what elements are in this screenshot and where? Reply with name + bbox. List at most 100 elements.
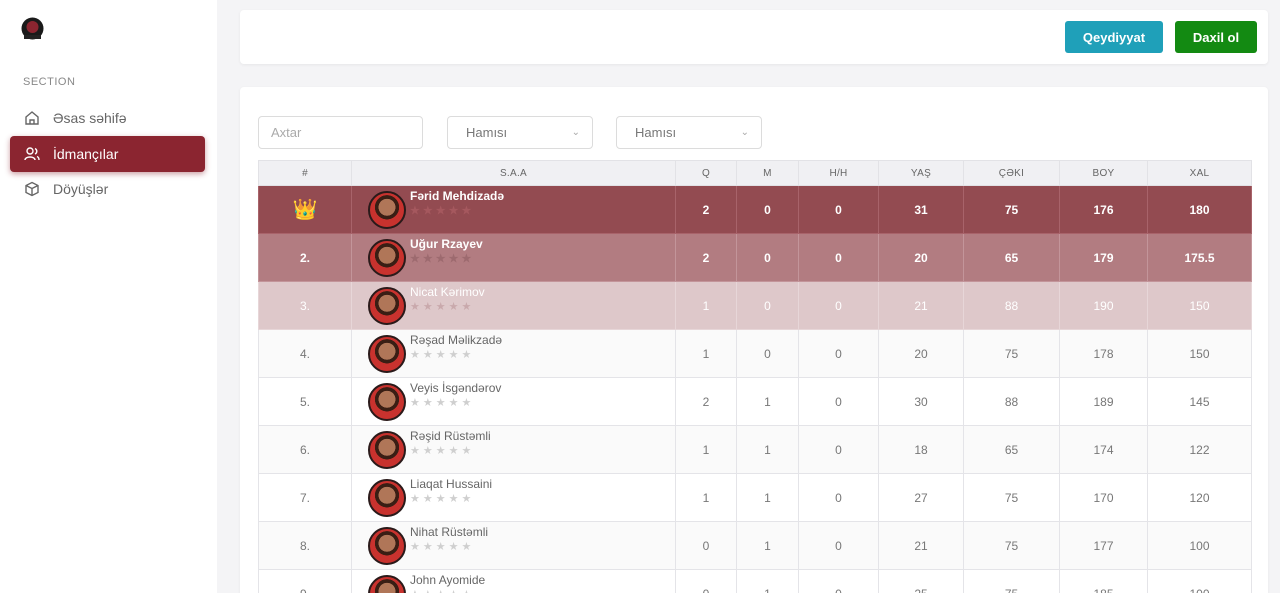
athlete-cell[interactable]: Liaqat Hussaini ★★★★★ (351, 473, 676, 522)
q-cell: 1 (675, 329, 737, 378)
athlete-cell[interactable]: John Ayomide★★★★★ (351, 569, 676, 593)
height-cell: 179 (1059, 233, 1148, 282)
q-cell: 0 (675, 521, 737, 570)
rank-cell: 9. (258, 569, 352, 593)
weight-cell: 75 (963, 185, 1060, 234)
athletes-table: # S.A.A Q M H/H YAŞ ÇƏKI BOY XAL 👑 Fərid… (258, 160, 1252, 593)
athlete-name[interactable]: Nihat Rüstəmli (410, 525, 488, 539)
athlete-cell[interactable]: Nicat Kərimov ★★★★★ (351, 281, 676, 330)
weight-cell: 75 (963, 329, 1060, 378)
column-header[interactable]: Q (675, 160, 737, 186)
points-cell: 120 (1147, 473, 1252, 522)
rank-cell: 8. (258, 521, 352, 570)
m-cell: 1 (736, 569, 799, 593)
app-logo[interactable] (19, 16, 46, 43)
m-cell: 1 (736, 473, 799, 522)
athlete-cell[interactable]: Veyis İsgəndərov ★★★★★ (351, 377, 676, 426)
q-cell: 2 (675, 233, 737, 282)
athlete-cell[interactable]: Rəşid Rüstəmli ★★★★★ (351, 425, 676, 474)
rating-stars: ★★★★★ (410, 444, 475, 457)
height-cell: 176 (1059, 185, 1148, 234)
points-cell: 145 (1147, 377, 1252, 426)
column-header[interactable]: XAL (1147, 160, 1252, 186)
athlete-name[interactable]: Liaqat Hussaini (410, 477, 492, 491)
avatar (368, 286, 406, 325)
table-row[interactable]: 7. Liaqat Hussaini ★★★★★ 1 1 0 27 75 170 … (258, 473, 1252, 522)
sidebar-item-fights[interactable]: Döyüşlər (10, 171, 205, 207)
table-row[interactable]: 3. Nicat Kərimov ★★★★★ 1 0 0 21 88 190 15… (258, 281, 1252, 330)
points-cell: 100 (1147, 569, 1252, 593)
box-icon (23, 180, 41, 198)
athlete-name[interactable]: Nicat Kərimov (410, 285, 485, 299)
table-row[interactable]: 8. Nihat Rüstəmli ★★★★★ 0 1 0 21 75 177 1… (258, 521, 1252, 570)
hh-cell: 0 (798, 521, 879, 570)
athlete-cell[interactable]: Fərid Mehdizadə ★★★★★ (351, 185, 676, 234)
m-cell: 1 (736, 521, 799, 570)
weight-cell: 65 (963, 425, 1060, 474)
m-cell: 0 (736, 281, 799, 330)
points-cell: 100 (1147, 521, 1252, 570)
weight-cell: 88 (963, 281, 1060, 330)
column-header[interactable]: YAŞ (878, 160, 964, 186)
section-label: SECTION (23, 76, 76, 88)
points-cell: 175.5 (1147, 233, 1252, 282)
column-header[interactable]: # (258, 160, 352, 186)
q-cell: 0 (675, 569, 737, 593)
athlete-name[interactable]: Rəşid Rüstəmli (410, 429, 491, 443)
table-row[interactable]: 👑 Fərid Mehdizadə ★★★★★ 2 0 0 31 75 176 1… (258, 185, 1252, 234)
athlete-cell[interactable]: Rəşad Məlikzadə ★★★★★ (351, 329, 676, 378)
register-button[interactable]: Qeydiyyat (1065, 21, 1163, 53)
q-cell: 2 (675, 377, 737, 426)
rank-cell: 6. (258, 425, 352, 474)
rank-cell: 3. (258, 281, 352, 330)
hh-cell: 0 (798, 281, 879, 330)
q-cell: 1 (675, 425, 737, 474)
athlete-name[interactable]: Veyis İsgəndərov (410, 381, 501, 395)
search-input[interactable] (258, 116, 423, 149)
sidebar-item-athletes[interactable]: İdmançılar (10, 136, 205, 172)
login-button[interactable]: Daxil ol (1175, 21, 1257, 53)
rating-stars: ★★★★★ (410, 540, 475, 553)
points-cell: 122 (1147, 425, 1252, 474)
age-cell: 21 (878, 281, 964, 330)
top-bar: Qeydiyyat Daxil ol (240, 10, 1268, 64)
table-row[interactable]: 4. Rəşad Məlikzadə ★★★★★ 1 0 0 20 75 178 … (258, 329, 1252, 378)
rating-stars: ★★★★★ (410, 396, 475, 409)
avatar (368, 478, 406, 517)
sidebar-item-label: Əsas səhifə (53, 110, 127, 126)
athlete-name[interactable]: Uğur Rzayev (410, 237, 483, 251)
avatar (368, 382, 406, 421)
athlete-name[interactable]: Fərid Mehdizadə (410, 189, 504, 203)
filter-select-1[interactable]: Hamısı ⌄ (447, 116, 593, 149)
athlete-name[interactable]: Rəşad Məlikzadə (410, 333, 502, 347)
age-cell: 27 (878, 473, 964, 522)
column-header[interactable]: BOY (1059, 160, 1148, 186)
hh-cell: 0 (798, 473, 879, 522)
column-header[interactable]: ÇƏKI (963, 160, 1060, 186)
column-header[interactable]: M (736, 160, 799, 186)
column-header[interactable]: H/H (798, 160, 879, 186)
column-header[interactable]: S.A.A (351, 160, 676, 186)
points-cell: 150 (1147, 329, 1252, 378)
filter-select-value: Hamısı (635, 125, 677, 140)
table-row[interactable]: 6. Rəşid Rüstəmli ★★★★★ 1 1 0 18 65 174 1… (258, 425, 1252, 474)
height-cell: 189 (1059, 377, 1148, 426)
athletes-card: Hamısı ⌄ Hamısı ⌄ # S.A.A Q M H/H YAŞ ÇƏ… (240, 87, 1268, 593)
sidebar-item-home[interactable]: Əsas səhifə (10, 100, 205, 136)
m-cell: 0 (736, 185, 799, 234)
weight-cell: 75 (963, 521, 1060, 570)
height-cell: 170 (1059, 473, 1148, 522)
m-cell: 1 (736, 425, 799, 474)
table-row[interactable]: 5. Veyis İsgəndərov ★★★★★ 2 1 0 30 88 189… (258, 377, 1252, 426)
filter-select-2[interactable]: Hamısı ⌄ (616, 116, 762, 149)
athlete-name[interactable]: John Ayomide (410, 573, 485, 587)
table-row[interactable]: 9. John Ayomide★★★★★ 0 1 0 25 75 185 100 (258, 569, 1252, 593)
hh-cell: 0 (798, 329, 879, 378)
hh-cell: 0 (798, 569, 879, 593)
age-cell: 31 (878, 185, 964, 234)
users-icon (23, 145, 41, 163)
athlete-cell[interactable]: Uğur Rzayev ★★★★★ (351, 233, 676, 282)
table-row[interactable]: 2. Uğur Rzayev ★★★★★ 2 0 0 20 65 179 175.… (258, 233, 1252, 282)
athlete-cell[interactable]: Nihat Rüstəmli ★★★★★ (351, 521, 676, 570)
avatar (368, 238, 406, 277)
